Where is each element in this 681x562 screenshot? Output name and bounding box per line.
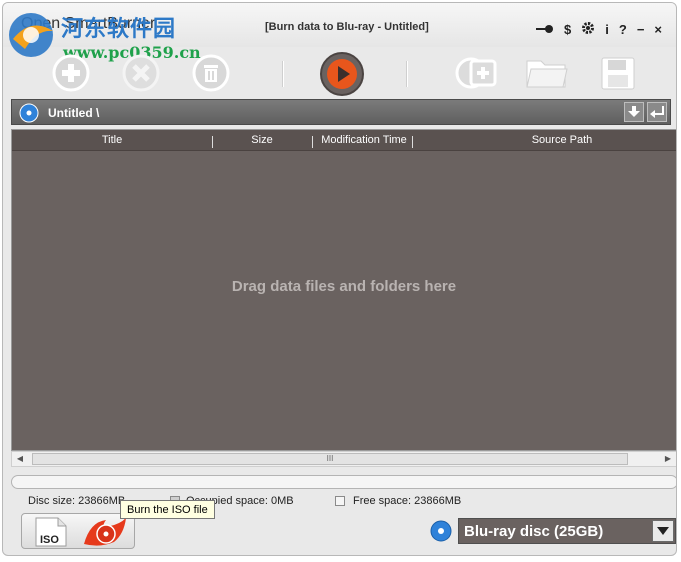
- chevron-down-icon: [657, 527, 669, 535]
- disc-type-select[interactable]: Blu-ray disc (25GB): [458, 518, 676, 544]
- remove-button[interactable]: [121, 53, 161, 93]
- column-divider[interactable]: [312, 136, 313, 148]
- save-button[interactable]: [599, 53, 639, 93]
- return-icon: [650, 106, 664, 118]
- move-down-button[interactable]: [624, 102, 644, 122]
- file-list[interactable]: Title Size Modification Time Source Path…: [11, 129, 676, 451]
- scroll-right-button[interactable]: ▶: [661, 453, 675, 465]
- window-controls: $ i ? − ×: [536, 21, 662, 38]
- iso-tooltip: Burn the ISO file: [120, 500, 215, 519]
- column-title[interactable]: Title: [92, 134, 132, 146]
- iso-label: ISO: [40, 534, 59, 546]
- free-space-text: Free space: 23866MB: [353, 495, 462, 507]
- delete-icon: [192, 54, 230, 92]
- add-icon: [52, 54, 90, 92]
- add-disc-icon: [455, 57, 497, 89]
- close-button[interactable]: ×: [654, 22, 662, 37]
- burn-icon: [320, 52, 364, 96]
- flame-disc-icon: [84, 518, 126, 546]
- file-list-header: Title Size Modification Time Source Path: [12, 130, 676, 151]
- app-window: Open SmartBurner [Burn data to Blu-ray -…: [2, 2, 677, 556]
- scroll-thumb[interactable]: III: [32, 453, 628, 465]
- help-button[interactable]: ?: [619, 22, 627, 37]
- open-folder-button[interactable]: [525, 53, 568, 93]
- arrow-down-icon: [628, 106, 640, 117]
- upgrade-button[interactable]: $: [564, 22, 571, 37]
- toolbar-divider: [282, 61, 283, 87]
- delete-button[interactable]: [191, 53, 231, 93]
- key-icon[interactable]: [536, 23, 554, 37]
- toolbar: [3, 47, 676, 99]
- drop-hint: Drag data files and folders here: [231, 278, 457, 295]
- open-folder-icon: [526, 60, 568, 88]
- disc-type-dropdown-button[interactable]: [652, 520, 674, 542]
- gear-icon[interactable]: [581, 21, 595, 38]
- info-button[interactable]: i: [605, 22, 609, 37]
- go-up-button[interactable]: [647, 102, 667, 122]
- burn-iso-button[interactable]: ISO: [21, 513, 135, 549]
- add-disc-button[interactable]: [455, 53, 497, 93]
- column-divider[interactable]: [212, 136, 213, 148]
- window-title: [Burn data to Blu-ray - Untitled]: [265, 21, 429, 33]
- disc-capacity-bar: [11, 475, 676, 489]
- toolbar-divider: [406, 61, 407, 87]
- free-legend: [335, 496, 345, 506]
- save-icon: [601, 57, 635, 90]
- bluray-disc-icon: [430, 520, 452, 542]
- column-source-path[interactable]: Source Path: [512, 134, 612, 146]
- horizontal-scrollbar[interactable]: ◀ III ▶: [11, 451, 676, 467]
- scroll-left-button[interactable]: ◀: [13, 453, 27, 465]
- remove-icon: [122, 54, 160, 92]
- minimize-button[interactable]: −: [637, 22, 645, 37]
- bluray-disc-icon: [19, 103, 39, 123]
- watermark-text: 河东软件园: [61, 16, 177, 42]
- add-button[interactable]: [51, 53, 91, 93]
- column-modification-time[interactable]: Modification Time: [316, 134, 412, 146]
- disc-type-value: Blu-ray disc (25GB): [464, 523, 604, 540]
- disc-size-text: Disc size: 23866MB: [28, 495, 126, 507]
- path-bar: Untitled \: [11, 99, 671, 125]
- column-size[interactable]: Size: [242, 134, 282, 146]
- column-divider[interactable]: [412, 136, 413, 148]
- burn-button[interactable]: [319, 51, 365, 97]
- current-path: Untitled \: [48, 106, 100, 120]
